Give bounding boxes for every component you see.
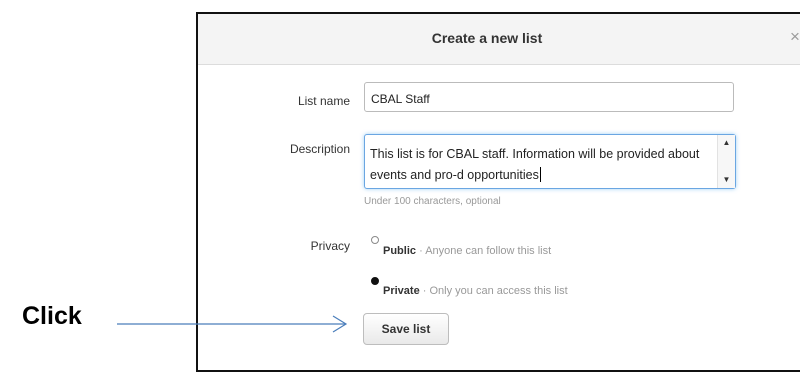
arrow-right-icon: [117, 315, 348, 333]
